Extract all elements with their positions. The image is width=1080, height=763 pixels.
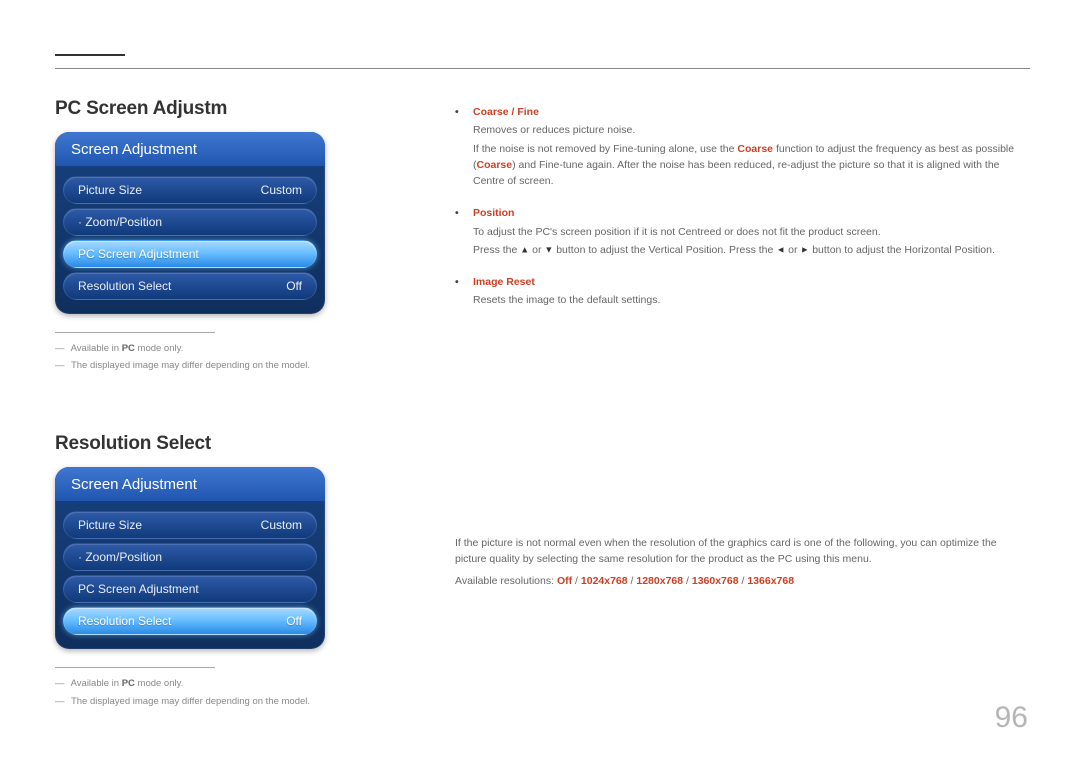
bullet-text: Press the ▲ or ▼ button to adjust the Ve…	[473, 242, 1030, 258]
osd-row[interactable]: Resolution Select Off	[63, 607, 317, 635]
osd-row[interactable]: Resolution Select Off	[63, 272, 317, 300]
osd-row[interactable]: PC Screen Adjustment	[63, 240, 317, 268]
available-resolutions: Available resolutions: Off / 1024x768 / …	[455, 575, 1030, 587]
bullet-body: Coarse / Fine Removes or reduces picture …	[473, 104, 1030, 191]
osd-row[interactable]: Zoom/Position	[63, 543, 317, 571]
osd-row-value: Off	[286, 614, 302, 628]
bullet-marker: •	[455, 104, 473, 191]
bullet-item: •Position To adjust the PC's screen posit…	[455, 205, 1030, 260]
osd-row-label: PC Screen Adjustment	[78, 247, 199, 261]
note-pc-mode-2: ― Available in PC mode only.	[55, 676, 335, 691]
bullet-item: •Image Reset Resets the image to the defa…	[455, 274, 1030, 311]
osd-row-label: Resolution Select	[78, 614, 171, 628]
page-number: 96	[995, 701, 1028, 735]
note-pc-mode-1: ― Available in PC mode only.	[55, 341, 335, 356]
osd-row[interactable]: Picture Size Custom	[63, 511, 317, 539]
osd-header-1: Screen Adjustment	[55, 132, 325, 166]
bullet-item: •Coarse / Fine Removes or reduces picture…	[455, 104, 1030, 191]
osd-row-value: Off	[286, 279, 302, 293]
osd-row-label: Zoom/Position	[78, 215, 162, 229]
note-model-1: ― The displayed image may differ dependi…	[55, 358, 335, 373]
chapter-tab	[55, 54, 125, 68]
osd-row[interactable]: Zoom/Position	[63, 208, 317, 236]
bullet-text: Resets the image to the default settings…	[473, 292, 1030, 308]
osd-row-label: Zoom/Position	[78, 550, 162, 564]
bullet-text: If the noise is not removed by Fine-tuni…	[473, 141, 1030, 190]
osd-panel-1: Screen Adjustment Picture Size Custom Zoom…	[55, 132, 325, 314]
bullet-title: Image Reset	[473, 274, 1030, 290]
osd-row[interactable]: Picture Size Custom	[63, 176, 317, 204]
bullet-body: Position To adjust the PC's screen positi…	[473, 205, 1030, 260]
section-title-pc-screen: PC Screen Adjustm	[55, 98, 335, 120]
notes-divider	[55, 332, 215, 333]
bullet-body: Image Reset Resets the image to the defau…	[473, 274, 1030, 311]
osd-row-label: PC Screen Adjustment	[78, 582, 199, 596]
bullet-title: Coarse / Fine	[473, 104, 1030, 120]
bullet-marker: •	[455, 274, 473, 311]
osd-row-label: Picture Size	[78, 183, 142, 197]
osd-row-label: Resolution Select	[78, 279, 171, 293]
osd-row-value: Custom	[261, 518, 302, 532]
bullet-text: Removes or reduces picture noise.	[473, 122, 1030, 138]
osd-header-2: Screen Adjustment	[55, 467, 325, 501]
bullet-marker: •	[455, 205, 473, 260]
section-title-resolution: Resolution Select	[55, 433, 335, 455]
osd-row-value: Custom	[261, 183, 302, 197]
bullet-title: Position	[473, 205, 1030, 221]
note-model-2: ― The displayed image may differ dependi…	[55, 694, 335, 709]
bullet-text: To adjust the PC's screen position if it…	[473, 224, 1030, 240]
resolution-description: If the picture is not normal even when t…	[455, 535, 1030, 568]
notes-divider-2	[55, 667, 215, 668]
osd-row-label: Picture Size	[78, 518, 142, 532]
osd-panel-2: Screen Adjustment Picture Size Custom Zoom…	[55, 467, 325, 649]
header-rule	[55, 68, 1030, 69]
osd-row[interactable]: PC Screen Adjustment	[63, 575, 317, 603]
